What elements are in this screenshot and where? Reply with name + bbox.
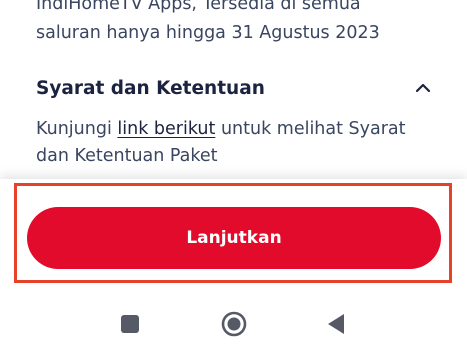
- promo-description: IndiHomeTV Apps, Tersedia di semua salur…: [36, 0, 446, 48]
- terms-body-line-1: Kunjungi link berikut untuk melihat Syar…: [36, 116, 446, 143]
- screen: IndiHomeTV Apps, Tersedia di semua salur…: [0, 0, 467, 350]
- terms-body-suffix: untuk melihat Syarat: [215, 119, 406, 139]
- continue-button[interactable]: Lanjutkan: [27, 207, 441, 269]
- terms-body: Kunjungi link berikut untuk melihat Syar…: [36, 116, 446, 170]
- system-navigation-bar: [0, 299, 467, 350]
- terms-title: Syarat dan Ketentuan: [36, 77, 265, 99]
- terms-body-prefix: Kunjungi: [36, 119, 118, 139]
- promo-line-2: saluran hanya hingga 31 Agustus 2023: [36, 23, 380, 43]
- triangle-back-icon[interactable]: [319, 307, 353, 341]
- terms-link[interactable]: link berikut: [117, 119, 215, 139]
- terms-body-line-2: dan Ketentuan Paket: [36, 146, 218, 166]
- square-recents-icon[interactable]: [113, 307, 147, 341]
- promo-line-1: IndiHomeTV Apps, Tersedia di semua: [36, 0, 361, 14]
- circle-home-icon[interactable]: [217, 307, 251, 341]
- terms-accordion-header[interactable]: Syarat dan Ketentuan: [36, 72, 434, 104]
- chevron-up-icon[interactable]: [412, 77, 434, 99]
